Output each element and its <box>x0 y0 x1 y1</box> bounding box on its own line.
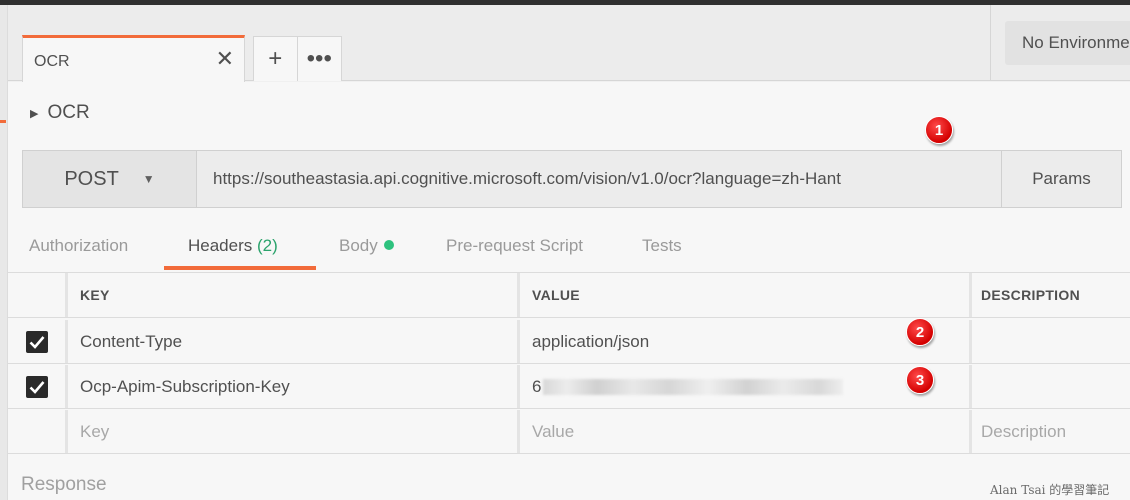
redacted-value <box>543 378 844 395</box>
column-header-value: VALUE <box>520 273 972 317</box>
enable-checkbox[interactable] <box>25 330 48 353</box>
new-value-input[interactable]: Value <box>520 410 972 453</box>
body-status-dot <box>383 240 394 250</box>
response-section-label: Response <box>21 474 107 495</box>
annotation-badge-2: 2 <box>906 318 934 346</box>
column-header-key: KEY <box>68 273 520 317</box>
headers-count: (2) <box>257 236 278 255</box>
close-icon[interactable]: ✕ <box>216 48 234 70</box>
table-row-new: Key Value Description <box>8 410 1130 454</box>
table-row: Ocp-Apim-Subscription-Key 6 <box>8 365 1130 409</box>
plus-icon[interactable]: + <box>254 37 298 81</box>
tab-headers-label: Headers <box>188 236 253 255</box>
request-builder: ▶ OCR 1 POST ▼ https://southeastasia.api… <box>8 82 1130 500</box>
tab-prerequest-script[interactable]: Pre-request Script <box>446 236 583 256</box>
header-value-text: 6 <box>532 376 542 396</box>
checkmark-icon <box>29 380 44 394</box>
watermark: Alan Tsai 的學習筆記 <box>990 483 1110 497</box>
header-description-input[interactable] <box>972 320 1130 363</box>
checkmark-icon <box>29 335 44 349</box>
tab-actions: + ••• <box>253 36 342 81</box>
annotation-badge-3: 3 <box>906 366 934 394</box>
sidebar-edge <box>0 5 8 500</box>
table-row: Content-Type application/json <box>8 320 1130 364</box>
tab-headers[interactable]: Headers (2) <box>188 236 278 256</box>
header-value-input[interactable]: application/json <box>520 320 972 363</box>
request-name: OCR <box>47 102 90 123</box>
request-tab-bar: OCR ✕ + ••• <box>8 5 990 82</box>
method-select[interactable]: POST ▼ <box>23 151 197 207</box>
more-horizontal-icon[interactable]: ••• <box>298 37 342 81</box>
header-key-input[interactable]: Ocp-Apim-Subscription-Key <box>68 365 520 408</box>
enable-checkbox[interactable] <box>25 375 48 398</box>
request-subtabs: Authorization Headers (2) Body Pre-reque… <box>8 224 1130 272</box>
tab-body-label: Body <box>339 236 378 255</box>
caret-right-icon: ▶ <box>30 107 39 120</box>
tab-authorization[interactable]: Authorization <box>29 236 128 256</box>
environment-bar: No Environment <box>990 5 1130 81</box>
active-tab-indicator <box>164 266 316 270</box>
header-description-input[interactable] <box>972 365 1130 408</box>
url-bar: POST ▼ https://southeastasia.api.cogniti… <box>22 150 1122 208</box>
column-header-description: DESCRIPTION <box>981 287 1080 303</box>
request-title[interactable]: ▶ OCR <box>30 102 90 124</box>
tab-tests[interactable]: Tests <box>642 236 682 256</box>
header-value-input[interactable]: 6 <box>520 365 972 408</box>
annotation-badge-1: 1 <box>925 116 953 144</box>
environment-select[interactable]: No Environment <box>1005 21 1130 65</box>
new-description-input[interactable]: Description <box>972 410 1130 453</box>
method-label: POST <box>64 167 119 190</box>
header-key-input[interactable]: Content-Type <box>68 320 520 363</box>
params-button[interactable]: Params <box>1001 151 1121 207</box>
table-header-row: KEY VALUE DESCRIPTION <box>8 272 1130 318</box>
url-input[interactable]: https://southeastasia.api.cognitive.micr… <box>197 151 1001 207</box>
sidebar-accent <box>0 120 6 123</box>
tab-label: OCR <box>34 53 70 70</box>
tab-body[interactable]: Body <box>339 236 394 256</box>
new-key-input[interactable]: Key <box>68 410 520 453</box>
tab-ocr[interactable]: OCR ✕ <box>22 35 245 82</box>
chevron-down-icon: ▼ <box>142 172 155 186</box>
